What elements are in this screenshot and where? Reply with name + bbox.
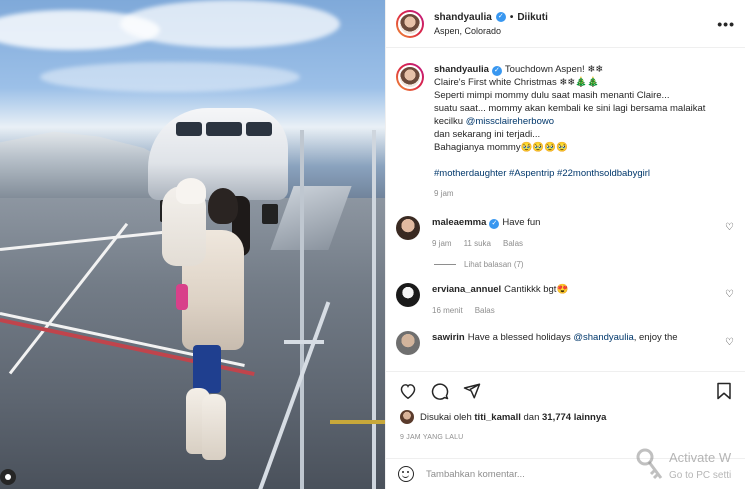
heart-icon[interactable] bbox=[398, 381, 418, 401]
comment-input[interactable] bbox=[426, 468, 656, 480]
railing bbox=[300, 130, 304, 489]
cockpit-window bbox=[176, 122, 202, 136]
caption-line: Touchdown Aspen! ❄❄ bbox=[504, 64, 604, 75]
comment: erviana_annuel Cantikkk bgt😍 16 menit Bal… bbox=[386, 283, 745, 317]
comment-text: Have a blessed holidays bbox=[467, 332, 574, 343]
reply-button[interactable]: Balas bbox=[475, 304, 495, 317]
mention-link[interactable]: @shandyaulia bbox=[573, 332, 633, 343]
cockpit-window bbox=[206, 122, 242, 136]
view-replies[interactable]: Lihat balasan (7) bbox=[434, 260, 745, 269]
likes-count[interactable]: 31,774 lainnya bbox=[542, 412, 606, 423]
verified-badge-icon: ✓ bbox=[491, 66, 502, 76]
caption-line: Seperti mimpi mommy dulu saat masih mena… bbox=[434, 90, 670, 101]
caption-line: suatu saat... mommy akan kembali ke sini… bbox=[434, 103, 706, 114]
verified-badge-icon: ✓ bbox=[489, 219, 500, 229]
comments-list[interactable]: shandyaulia ✓ Touchdown Aspen! ❄❄ Claire's… bbox=[386, 49, 745, 371]
avatar[interactable] bbox=[396, 283, 420, 307]
comment: sawirin Have a blessed holidays @shandyau… bbox=[386, 331, 745, 355]
comment-text: Cantikkk bgt😍 bbox=[504, 284, 569, 295]
separator-dot: • bbox=[509, 11, 514, 23]
avatar[interactable] bbox=[396, 216, 420, 240]
watermark-line2: Go to PC setti bbox=[669, 470, 732, 481]
cloud bbox=[40, 62, 300, 92]
landing-gear bbox=[262, 204, 278, 224]
comment: maleaemma ✓ Have fun 9 jam 11 suka Balas ♡ bbox=[386, 216, 745, 250]
comment-likes[interactable]: 11 suka bbox=[464, 237, 491, 250]
comment-time: 16 menit bbox=[432, 306, 463, 315]
comment-text: Have fun bbox=[502, 217, 541, 228]
more-options-icon[interactable]: ••• bbox=[717, 16, 735, 32]
snow-boot bbox=[202, 394, 226, 460]
comment-icon[interactable] bbox=[430, 381, 450, 401]
comment-time: 9 jam bbox=[432, 239, 452, 248]
likes-prefix: Disukai oleh bbox=[420, 411, 475, 423]
tagged-user-icon[interactable] bbox=[0, 469, 16, 485]
heart-icon[interactable]: ♡ bbox=[725, 337, 734, 348]
person-legs bbox=[193, 345, 221, 393]
caption-line: Bahagianya mommy🥹🥹🥹🥹 bbox=[434, 142, 568, 153]
caption-line: kecilku bbox=[434, 116, 466, 127]
key-icon bbox=[636, 448, 663, 480]
watermark-line1: Activate W bbox=[669, 450, 732, 465]
username[interactable]: shandyaulia bbox=[434, 12, 492, 23]
railing bbox=[284, 340, 324, 344]
baby-hat bbox=[176, 178, 206, 204]
emoji-icon[interactable] bbox=[398, 466, 414, 482]
windows-activation-watermark: Activate W Go to PC setti bbox=[625, 448, 745, 488]
cloud bbox=[120, 0, 340, 48]
mention-link[interactable]: @missclaireherbowo bbox=[466, 116, 554, 127]
comment-username[interactable]: erviana_annuel bbox=[432, 284, 501, 295]
avatar[interactable] bbox=[396, 331, 420, 355]
post-timestamp[interactable]: 9 JAM YANG LALU bbox=[400, 434, 463, 441]
bookmark-icon[interactable] bbox=[714, 381, 734, 401]
reply-button[interactable]: Balas bbox=[503, 237, 523, 250]
likes-summary: Disukai oleh titi_kamall dan 31,774 lain… bbox=[400, 410, 606, 424]
heart-icon[interactable]: ♡ bbox=[725, 222, 734, 233]
liked-by-user[interactable]: titi_kamall bbox=[474, 412, 520, 423]
post-panel: shandyaulia ✓ • Diikuti Aspen, Colorado … bbox=[385, 0, 745, 489]
post-actions bbox=[386, 371, 745, 409]
comment-username[interactable]: sawirin bbox=[432, 332, 465, 343]
avatar bbox=[400, 410, 414, 424]
baby-boot bbox=[176, 284, 188, 310]
verified-badge-icon: ✓ bbox=[495, 12, 506, 22]
likes-middle: dan bbox=[520, 411, 542, 423]
following-button[interactable]: Diikuti bbox=[517, 12, 548, 23]
comment-username[interactable]: maleaemma bbox=[432, 217, 486, 228]
caption-line: dan sekarang ini terjadi... bbox=[434, 129, 541, 140]
post-photo[interactable] bbox=[0, 0, 385, 489]
comment-text: , enjoy the bbox=[633, 332, 678, 343]
railing bbox=[372, 130, 376, 489]
cockpit-window bbox=[246, 122, 272, 136]
view-replies-label[interactable]: Lihat balasan (7) bbox=[464, 260, 524, 269]
caption-line: Claire's First white Christmas ❄❄🎄🎄 bbox=[434, 77, 599, 88]
caption-username[interactable]: shandyaulia bbox=[434, 64, 489, 75]
heart-icon[interactable]: ♡ bbox=[725, 289, 734, 300]
caption: shandyaulia ✓ Touchdown Aspen! ❄❄ Claire's… bbox=[386, 63, 745, 200]
person-head bbox=[208, 188, 238, 224]
hashtags[interactable]: #motherdaughter #Aspentrip #22monthsoldb… bbox=[434, 167, 734, 180]
avatar[interactable] bbox=[396, 9, 424, 38]
post-header: shandyaulia ✓ • Diikuti Aspen, Colorado … bbox=[386, 0, 745, 48]
location-link[interactable]: Aspen, Colorado bbox=[434, 26, 548, 36]
avatar[interactable] bbox=[396, 63, 424, 91]
share-icon[interactable] bbox=[462, 381, 482, 401]
railing-yellow bbox=[330, 420, 385, 424]
caption-time: 9 jam bbox=[434, 189, 454, 198]
